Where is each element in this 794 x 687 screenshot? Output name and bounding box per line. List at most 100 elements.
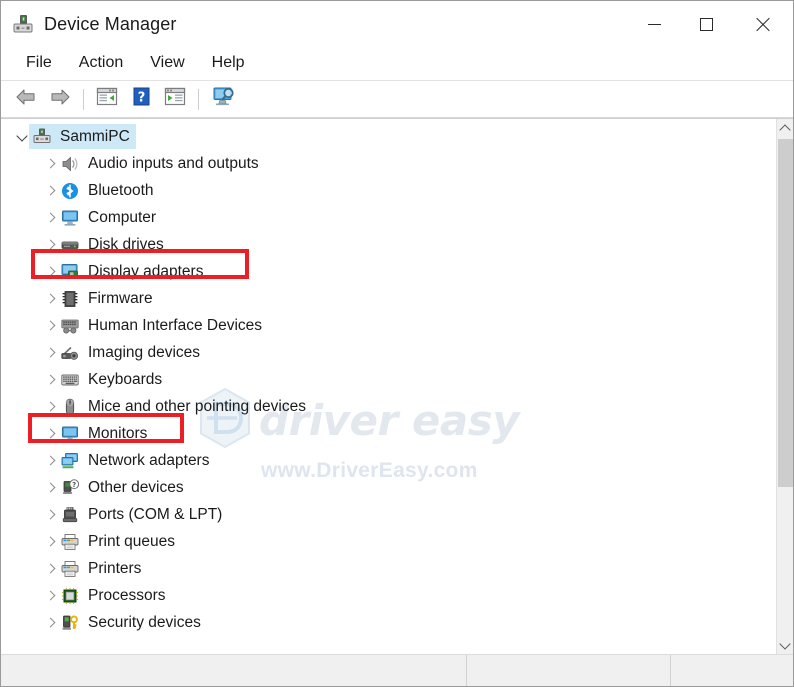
device-manager-icon (12, 13, 34, 35)
scroll-down-button[interactable] (777, 636, 793, 654)
forward-icon (49, 88, 71, 111)
tree-item-computer[interactable]: Computer (1, 204, 776, 231)
chevron-right-icon[interactable] (43, 210, 59, 226)
tree-item-keyboards[interactable]: Keyboards (1, 366, 776, 393)
status-pane-3 (670, 655, 793, 686)
chevron-right-icon[interactable] (43, 507, 59, 523)
chevron-right-icon[interactable] (43, 318, 59, 334)
chevron-right-icon[interactable] (43, 345, 59, 361)
chevron-right-icon[interactable] (43, 561, 59, 577)
tree-item-label: SammiPC (60, 127, 130, 145)
device-manager-window: Device Manager File Action View Help ? d… (0, 0, 794, 687)
chevron-right-icon[interactable] (43, 615, 59, 631)
tree-item-other-devices[interactable]: ? Other devices (1, 474, 776, 501)
tree-item-ports-com-lpt[interactable]: Ports (COM & LPT) (1, 501, 776, 528)
caption-buttons (628, 1, 793, 47)
monitor-icon (61, 425, 79, 443)
tree-item-monitors[interactable]: Monitors (1, 420, 776, 447)
chevron-right-icon[interactable] (43, 453, 59, 469)
computer-device-icon (33, 128, 51, 146)
minimize-button[interactable] (628, 1, 680, 47)
maximize-button[interactable] (680, 1, 732, 47)
scrollbar-thumb[interactable] (778, 139, 793, 487)
maximize-icon (699, 17, 713, 31)
tree-item-processors[interactable]: Processors (1, 582, 776, 609)
scroll-up-button[interactable] (777, 119, 793, 137)
forward-button[interactable] (45, 85, 75, 113)
tree-item-audio-inputs-and-outputs[interactable]: Audio inputs and outputs (1, 150, 776, 177)
svg-text:?: ? (72, 481, 76, 489)
chevron-right-icon[interactable] (43, 588, 59, 604)
chevron-right-icon[interactable] (43, 426, 59, 442)
monitor-icon (61, 209, 79, 227)
tree-item-label: Printers (88, 559, 142, 577)
tree-item-bluetooth[interactable]: Bluetooth (1, 177, 776, 204)
update-driver-icon (164, 87, 186, 111)
window-title: Device Manager (44, 13, 177, 34)
tree-item-imaging-devices[interactable]: Imaging devices (1, 339, 776, 366)
speaker-icon (61, 155, 79, 173)
tree-item-security-devices[interactable]: Security devices (1, 609, 776, 636)
chevron-right-icon[interactable] (43, 264, 59, 280)
processor-icon (61, 587, 79, 605)
menu-item-action[interactable]: Action (68, 52, 134, 75)
chevron-down-icon[interactable] (15, 129, 31, 145)
tree-item-label: Mice and other pointing devices (88, 397, 306, 415)
tree-item-human-interface-devices[interactable]: Human Interface Devices (1, 312, 776, 339)
chevron-right-icon[interactable] (43, 534, 59, 550)
scan-hardware-changes-button[interactable] (207, 85, 241, 113)
scan-hardware-changes-icon (212, 86, 236, 112)
port-icon (61, 506, 79, 524)
tree-item-label: Audio inputs and outputs (88, 154, 259, 172)
menu-item-help[interactable]: Help (201, 52, 256, 75)
device-tree-panel: driver easy www.DriverEasy.com SammiPC Au… (1, 118, 793, 654)
chevron-right-icon[interactable] (43, 372, 59, 388)
bluetooth-icon (61, 182, 79, 200)
chevron-right-icon[interactable] (43, 399, 59, 415)
vertical-scrollbar[interactable] (776, 119, 793, 654)
chevron-right-icon[interactable] (43, 480, 59, 496)
tree-item-mice-and-other-pointing-devices[interactable]: Mice and other pointing devices (1, 393, 776, 420)
printer-icon (61, 560, 79, 578)
status-text-1 (1, 655, 466, 663)
tree-item-disk-drives[interactable]: Disk drives (1, 231, 776, 258)
update-driver-button[interactable] (160, 85, 190, 113)
tree-item-printers[interactable]: Printers (1, 555, 776, 582)
tree-item-display-adapters[interactable]: Display adapters (1, 258, 776, 285)
other-device-icon: ? (61, 478, 80, 497)
tree-item-label: Keyboards (88, 370, 163, 388)
scroll-down-icon (779, 637, 791, 650)
firmware-chip-icon (61, 290, 79, 308)
tree-item-network-adapters[interactable]: Network adapters (1, 447, 776, 474)
toolbar-separator (83, 88, 84, 110)
menu-item-file[interactable]: File (15, 52, 63, 75)
menu-item-view[interactable]: View (139, 52, 195, 75)
tree-item-label: Monitors (88, 424, 148, 442)
tree-item-root[interactable]: SammiPC (1, 123, 776, 150)
scroll-up-icon (779, 123, 791, 136)
chevron-right-icon[interactable] (43, 291, 59, 307)
chevron-right-icon[interactable] (43, 237, 59, 253)
tree-item-print-queues[interactable]: Print queues (1, 528, 776, 555)
tree-item-label: Bluetooth (88, 181, 154, 199)
help-button[interactable]: ? (126, 85, 156, 113)
status-pane-1 (1, 655, 466, 686)
properties-button[interactable] (92, 85, 122, 113)
tree-item-firmware[interactable]: Firmware (1, 285, 776, 312)
chevron-right-icon[interactable] (43, 156, 59, 172)
camera-icon (61, 344, 79, 362)
toolbar-separator-2 (198, 88, 199, 110)
tree-item-label: Computer (88, 208, 157, 226)
close-icon (755, 17, 770, 32)
tree-item-label: Other devices (88, 478, 184, 496)
close-button[interactable] (732, 1, 793, 47)
disk-drive-icon (61, 236, 79, 254)
tree-item-label: Network adapters (88, 451, 210, 469)
device-tree[interactable]: SammiPC Audio inputs and outputs Bluetooth… (1, 119, 776, 654)
svg-text:?: ? (137, 91, 145, 106)
properties-icon (96, 87, 118, 111)
back-button[interactable] (11, 85, 41, 113)
chevron-right-icon[interactable] (43, 183, 59, 199)
tree-item-label: Firmware (88, 289, 153, 307)
back-icon (15, 88, 37, 111)
